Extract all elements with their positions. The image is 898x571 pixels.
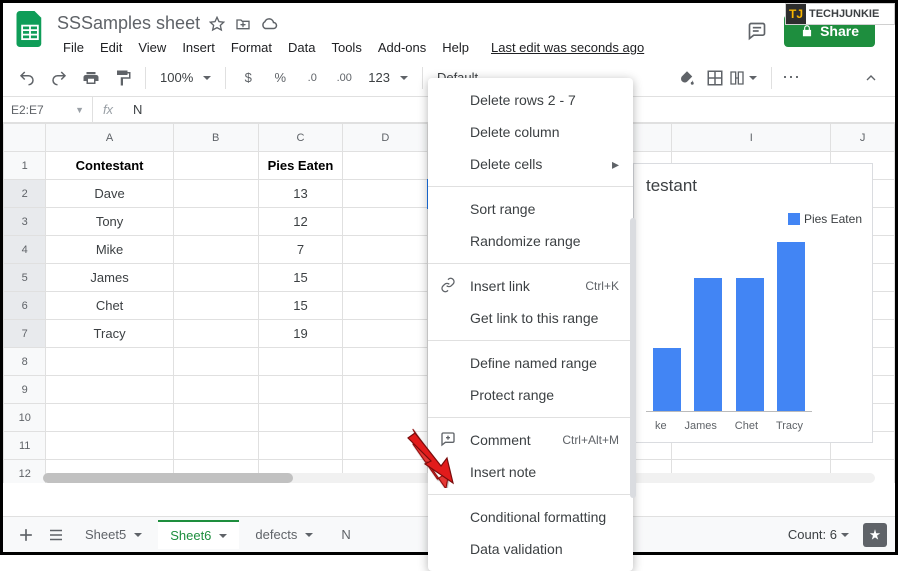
col-header: C [258, 124, 343, 152]
menu-data[interactable]: Data [282, 38, 321, 57]
chart-bars [646, 242, 812, 412]
chart[interactable]: testant Pies Eaten ke James Chet Tracy [633, 163, 873, 443]
menu-format[interactable]: Format [225, 38, 278, 57]
legend-swatch-icon [788, 213, 800, 225]
menu-help[interactable]: Help [436, 38, 475, 57]
print-button[interactable] [77, 64, 105, 92]
ctx-get-link[interactable]: Get link to this range [428, 302, 633, 334]
header: SSSamples sheet File Edit View Insert Fo… [3, 3, 895, 59]
menu-file[interactable]: File [57, 38, 90, 57]
ctx-sort-range[interactable]: Sort range [428, 193, 633, 225]
share-label: Share [820, 23, 859, 39]
tab-sheet6[interactable]: Sheet6 [158, 520, 239, 549]
ctx-delete-rows[interactable]: Delete rows 2 - 7 [428, 84, 633, 116]
move-icon[interactable] [234, 15, 252, 33]
ctx-protect-range[interactable]: Protect range [428, 379, 633, 411]
col-header: D [343, 124, 428, 152]
tab-defects[interactable]: defects [243, 521, 325, 548]
menu-insert[interactable]: Insert [176, 38, 221, 57]
all-sheets-button[interactable] [41, 520, 71, 550]
increase-decimals-button[interactable]: .00 [330, 64, 358, 92]
chart-legend: Pies Eaten [788, 212, 862, 226]
zoom-select[interactable]: 100% [154, 70, 217, 85]
lock-icon [800, 24, 814, 38]
bar [694, 278, 722, 412]
decrease-decimals-button[interactable]: .0 [298, 64, 326, 92]
bar [777, 242, 805, 411]
menu-view[interactable]: View [132, 38, 172, 57]
chart-title: testant [646, 176, 860, 196]
undo-button[interactable] [13, 64, 41, 92]
merge-button[interactable] [729, 64, 757, 92]
watermark: TJ TECHJUNKIE [785, 3, 895, 25]
col-header: J [831, 124, 895, 152]
number-format-select[interactable]: 123 [362, 70, 414, 85]
link-icon [440, 277, 458, 296]
ctx-insert-link[interactable]: Insert linkCtrl+K [428, 270, 633, 302]
borders-button[interactable] [701, 64, 729, 92]
star-icon[interactable] [208, 15, 226, 33]
menu-edit[interactable]: Edit [94, 38, 128, 57]
menu-bar: File Edit View Insert Format Data Tools … [53, 34, 650, 59]
formula-input[interactable]: N [123, 102, 142, 117]
col-header: B [173, 124, 258, 152]
menu-tools[interactable]: Tools [325, 38, 367, 57]
currency-button[interactable]: $ [234, 64, 262, 92]
explore-button[interactable] [863, 523, 887, 547]
menu-addons[interactable]: Add-ons [372, 38, 432, 57]
ctx-delete-column[interactable]: Delete column [428, 116, 633, 148]
ctx-data-validation[interactable]: Data validation [428, 533, 633, 565]
more-button[interactable]: ⋯ [777, 64, 805, 92]
cloud-status-icon[interactable] [260, 15, 278, 33]
collapse-toolbar-button[interactable] [857, 64, 885, 92]
chevron-right-icon: ▸ [612, 156, 619, 173]
tab-next[interactable]: N [329, 521, 362, 548]
col-header: A [46, 124, 173, 152]
ctx-conditional-formatting[interactable]: Conditional formatting [428, 501, 633, 533]
comments-button[interactable] [742, 16, 772, 46]
annotation-arrow-icon [403, 428, 463, 491]
context-menu-scrollbar[interactable] [630, 218, 636, 498]
redo-button[interactable] [45, 64, 73, 92]
watermark-logo: TJ [786, 4, 806, 24]
selection-count[interactable]: Count: 6 [788, 527, 857, 542]
context-menu: Delete rows 2 - 7 Delete column Delete c… [428, 78, 633, 571]
col-header: I [672, 124, 831, 152]
watermark-text: TECHJUNKIE [809, 8, 879, 20]
name-box[interactable]: E2:E7▼ [3, 97, 93, 122]
percent-button[interactable]: % [266, 64, 294, 92]
paint-format-button[interactable] [109, 64, 137, 92]
tab-sheet5[interactable]: Sheet5 [73, 521, 154, 548]
fx-icon: fx [93, 102, 123, 117]
bar [736, 278, 764, 412]
ctx-randomize-range[interactable]: Randomize range [428, 225, 633, 257]
bar [653, 348, 681, 411]
fill-color-button[interactable] [673, 64, 701, 92]
doc-title[interactable]: SSSamples sheet [57, 13, 200, 34]
ctx-delete-cells[interactable]: Delete cells▸ [428, 148, 633, 180]
ctx-named-range[interactable]: Define named range [428, 347, 633, 379]
chart-x-labels: ke James Chet Tracy [646, 420, 812, 432]
add-sheet-button[interactable] [11, 520, 41, 550]
last-edit-link[interactable]: Last edit was seconds ago [485, 38, 650, 57]
sheets-logo-icon[interactable] [13, 9, 47, 49]
